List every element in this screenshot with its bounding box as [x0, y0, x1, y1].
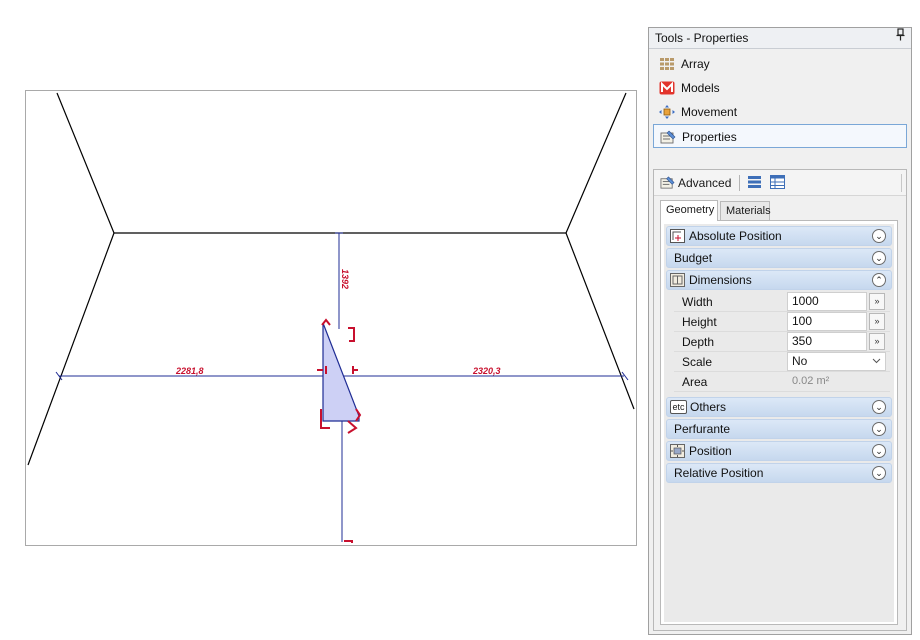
viewport-canvas[interactable]: 2281,8 2320,3 1392	[26, 91, 638, 547]
3d-viewport[interactable]: 2281,8 2320,3 1392	[25, 90, 637, 546]
section-label: Position	[689, 444, 732, 458]
width-more-button[interactable]: »	[869, 293, 885, 310]
section-others[interactable]: etc Others ⌄	[666, 397, 892, 417]
wire-edge	[565, 92, 627, 234]
toolbar-separator	[739, 175, 740, 191]
grid-view-icon[interactable]	[770, 175, 785, 189]
section-label: Others	[690, 400, 727, 414]
tools-properties-panel: Tools - Properties Array Models Movement…	[648, 27, 912, 635]
section-dimensions[interactable]: Dimensions ⌃	[666, 270, 892, 290]
wire-edge	[27, 232, 115, 466]
nav-item-label: Properties	[682, 130, 737, 144]
expand-chevron-icon[interactable]: ⌄	[872, 229, 886, 243]
depth-more-button[interactable]: »	[869, 333, 885, 350]
property-row-width: Width 1000 »	[674, 292, 890, 312]
handle-marker[interactable]	[321, 318, 331, 326]
handle-marker[interactable]	[347, 420, 358, 434]
geometry-tab-body: Absolute Position ⌄ Budget ⌄ Dimensions …	[660, 220, 898, 625]
property-row-depth: Depth 350 »	[674, 332, 890, 352]
advanced-icon[interactable]	[660, 175, 675, 190]
property-label: Depth	[682, 335, 715, 349]
property-row-scale: Scale No	[674, 352, 890, 372]
property-sections: Absolute Position ⌄ Budget ⌄ Dimensions …	[664, 224, 894, 622]
height-field[interactable]: 100	[787, 312, 867, 331]
advanced-toolbar: Advanced	[654, 170, 906, 196]
nav-item-label: Movement	[681, 105, 738, 119]
dimensions-icon	[670, 273, 685, 287]
height-more-button[interactable]: »	[869, 313, 885, 330]
expand-chevron-icon[interactable]: ⌄	[872, 444, 886, 458]
collapse-chevron-icon[interactable]: ⌃	[872, 273, 886, 287]
position-icon	[670, 444, 685, 458]
toolbar-end-separator	[901, 174, 902, 192]
width-field[interactable]: 1000	[787, 292, 867, 311]
tab-materials[interactable]: Materials	[720, 201, 771, 220]
nav-item-properties[interactable]: Properties	[653, 124, 907, 148]
movement-icon	[659, 105, 675, 119]
area-value: 0.02 m²	[792, 375, 830, 387]
advanced-properties-area: Advanced Geometry Materials Absolute Pos…	[653, 169, 907, 631]
panel-title-bar: Tools - Properties	[649, 28, 911, 49]
wire-edge	[56, 92, 115, 234]
dimension-label-left: 2281,8	[175, 366, 204, 376]
absolute-position-icon	[670, 229, 685, 243]
property-label: Height	[682, 315, 717, 329]
etc-icon: etc	[670, 400, 687, 414]
section-perfurante[interactable]: Perfurante ⌄	[666, 419, 892, 439]
expand-chevron-icon[interactable]: ⌄	[872, 400, 886, 414]
dimension-label-top: 1392	[340, 269, 350, 289]
tools-nav-list: Array Models Movement Properties	[649, 52, 911, 148]
categorized-view-icon[interactable]	[747, 175, 762, 189]
property-row-height: Height 100 »	[674, 312, 890, 332]
expand-chevron-icon[interactable]: ⌄	[872, 466, 886, 480]
nav-item-movement[interactable]: Movement	[653, 100, 907, 124]
depth-field[interactable]: 350	[787, 332, 867, 351]
scale-select[interactable]: No	[787, 352, 886, 371]
expand-chevron-icon[interactable]: ⌄	[872, 422, 886, 436]
section-label: Dimensions	[689, 273, 752, 287]
nav-item-label: Array	[681, 57, 710, 71]
property-row-area: Area 0.02 m²	[674, 372, 890, 392]
nav-item-models[interactable]: Models	[653, 76, 907, 100]
section-label: Perfurante	[674, 422, 731, 436]
handle-marker[interactable]	[352, 366, 358, 374]
pin-icon[interactable]	[896, 28, 905, 49]
section-label: Absolute Position	[689, 229, 782, 243]
property-label: Area	[682, 375, 708, 389]
tab-geometry[interactable]: Geometry	[660, 200, 718, 221]
handle-marker[interactable]	[344, 540, 353, 543]
section-label: Relative Position	[674, 466, 764, 480]
nav-item-array[interactable]: Array	[653, 52, 907, 76]
properties-icon	[660, 130, 676, 144]
property-label: Scale	[682, 355, 713, 369]
scale-selected-value: No	[792, 354, 808, 368]
expand-chevron-icon[interactable]: ⌄	[872, 251, 886, 265]
section-budget[interactable]: Budget ⌄	[666, 248, 892, 268]
models-icon	[659, 81, 675, 95]
advanced-label[interactable]: Advanced	[678, 176, 731, 190]
nav-item-label: Models	[681, 81, 720, 95]
dimension-label-right: 2320,3	[472, 366, 501, 376]
property-label: Width	[682, 295, 713, 309]
section-relative-position[interactable]: Relative Position ⌄	[666, 463, 892, 483]
section-position[interactable]: Position ⌄	[666, 441, 892, 461]
section-absolute-position[interactable]: Absolute Position ⌄	[666, 226, 892, 246]
panel-title: Tools - Properties	[655, 31, 749, 45]
array-icon	[660, 58, 674, 70]
handle-marker[interactable]	[348, 327, 355, 342]
wire-edge	[565, 232, 635, 410]
section-label: Budget	[674, 251, 713, 265]
